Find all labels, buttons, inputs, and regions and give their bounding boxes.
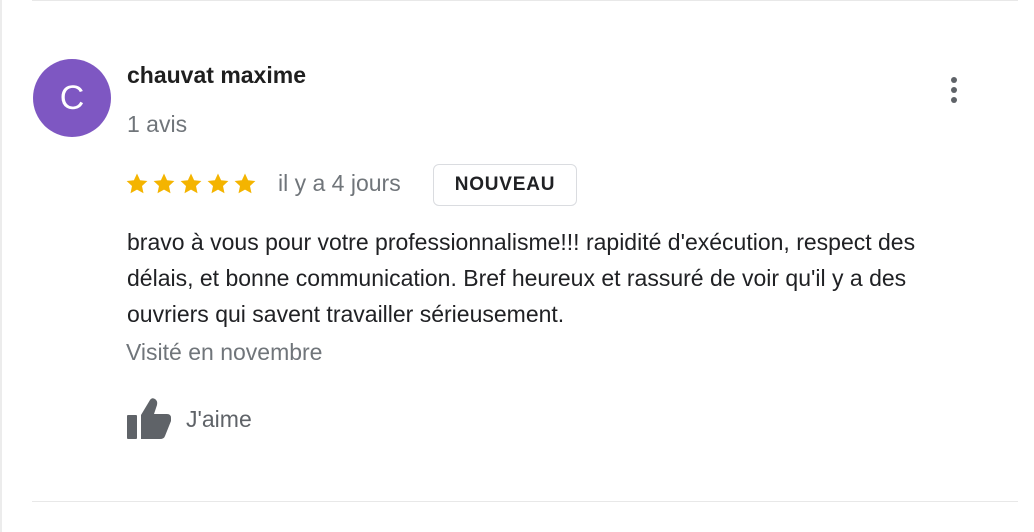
top-divider — [32, 0, 1018, 1]
new-badge: NOUVEAU — [433, 164, 577, 206]
visit-info: Visité en novembre — [126, 339, 323, 365]
more-vertical-icon-dot — [951, 87, 957, 93]
review-date: il y a 4 jours — [278, 170, 401, 196]
more-vertical-icon — [951, 77, 957, 83]
author-name[interactable]: chauvat maxime — [127, 62, 306, 89]
review-text-line: ouvriers qui savent travailler sérieusem… — [127, 301, 565, 327]
star-icon — [180, 173, 202, 194]
like-button[interactable]: J'aime — [124, 396, 252, 442]
avatar-initial: C — [59, 78, 85, 117]
review-text: bravo à vous pour votre professionnalism… — [127, 224, 1027, 332]
star-rating — [125, 172, 257, 196]
thumb-up-icon — [127, 398, 171, 439]
author-review-count: 1 avis — [127, 111, 188, 137]
review-text-line: bravo à vous pour votre professionnalism… — [127, 229, 916, 255]
star-icon — [126, 173, 148, 194]
review-card: C chauvat maxime 1 avis il y a 4 jours N… — [0, 0, 1034, 532]
star-icon — [234, 173, 256, 194]
star-icon — [207, 173, 229, 194]
review-text-line: délais, et bonne communication. Bref heu… — [127, 265, 907, 291]
star-icon — [153, 173, 175, 194]
like-label: J'aime — [186, 405, 252, 432]
avatar[interactable]: C — [33, 59, 111, 137]
bottom-divider — [32, 501, 1018, 502]
more-options-button[interactable] — [936, 70, 972, 110]
more-vertical-icon-dot — [951, 97, 957, 103]
left-border — [0, 0, 2, 532]
